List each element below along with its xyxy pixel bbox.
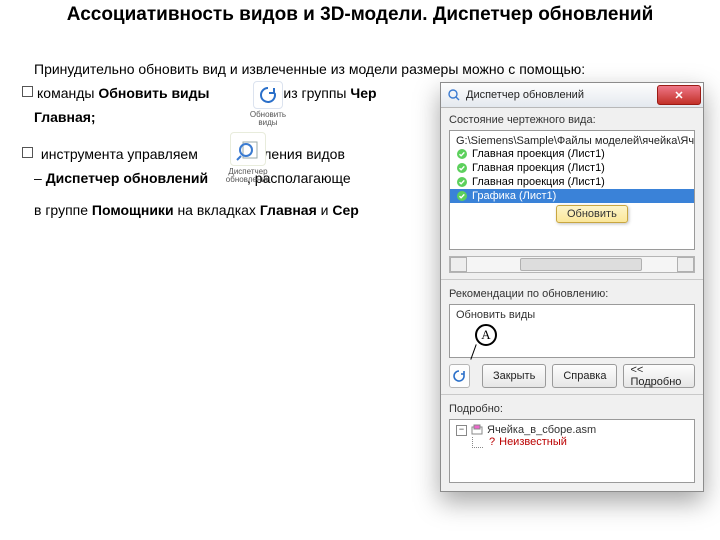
ribbon-label: Обновитьвиды <box>247 111 289 127</box>
slide-title: Ассоциативность видов и 3D-модели. Диспе… <box>0 4 720 27</box>
callout-a: A <box>475 324 497 346</box>
list-item-selected[interactable]: Графика (Лист1) <box>450 189 694 203</box>
t: команды <box>37 85 98 101</box>
magnifier-sheet-icon <box>230 132 266 166</box>
drawing-view-list[interactable]: G:\Siemens\Sample\Файлы моделей\ячейка\Я… <box>449 130 695 250</box>
scroll-right-icon[interactable] <box>677 257 694 272</box>
tree-root[interactable]: − Ячейка_в_сборе.asm <box>456 424 688 436</box>
list-item[interactable]: Главная проекция (Лист1) <box>450 161 694 175</box>
t: в группе <box>34 202 92 218</box>
refresh-all-button[interactable] <box>449 364 470 388</box>
separator <box>441 279 703 280</box>
context-menu-update[interactable]: Обновить <box>556 205 628 223</box>
t: Помощники <box>92 202 174 218</box>
t: Главная; <box>34 109 96 125</box>
refresh-icon <box>253 81 283 109</box>
close-button[interactable]: ✕ <box>657 85 701 105</box>
t: Сер <box>332 202 358 218</box>
t: инструмента управляем новления видов <box>37 146 345 162</box>
help-button[interactable]: Справка <box>552 364 617 388</box>
question-icon: ? <box>489 436 495 448</box>
t: Чер <box>350 85 376 101</box>
details-tree[interactable]: − Ячейка_в_сборе.asm ? Неизвестный <box>449 419 695 483</box>
group-label-recommend: Рекомендации по обновлению: <box>441 282 703 302</box>
close-icon: ✕ <box>674 89 683 102</box>
bullet-icon <box>22 147 33 158</box>
view-ok-icon <box>456 176 468 188</box>
button-row: Закрыть Справка << Подробно <box>449 364 695 388</box>
titlebar[interactable]: Диспетчер обновлений ✕ <box>441 83 703 108</box>
view-ok-icon <box>456 148 468 160</box>
tree-child-label: Неизвестный <box>499 436 567 448</box>
details-toggle-button[interactable]: << Подробно <box>623 364 695 388</box>
tree-line-icon <box>472 437 483 448</box>
t: – <box>34 170 46 186</box>
view-ok-icon <box>456 190 468 202</box>
scroll-thumb[interactable] <box>520 258 642 271</box>
group-label-details: Подробно: <box>441 397 703 417</box>
scroll-left-icon[interactable] <box>450 257 467 272</box>
intro-text: Принудительно обновить вид и извлеченные… <box>34 61 585 77</box>
row-label: Главная проекция (Лист1) <box>472 148 605 160</box>
list-item[interactable]: Главная проекция (Лист1) <box>450 175 694 189</box>
update-manager-dialog: Диспетчер обновлений ✕ Состояние чертежн… <box>440 82 704 492</box>
app-icon <box>447 88 461 102</box>
row-label: Главная проекция (Лист1) <box>472 162 605 174</box>
view-ok-icon <box>456 162 468 174</box>
t: на вкладках <box>174 202 260 218</box>
t: Диспетчер обновлений <box>46 170 208 186</box>
tree-child[interactable]: ? Неизвестный <box>472 436 688 448</box>
separator <box>441 394 703 395</box>
t: Обновить виды <box>98 85 209 101</box>
t: из группы <box>280 85 351 101</box>
collapse-icon[interactable]: − <box>456 425 467 436</box>
bullet-icon <box>22 86 33 97</box>
row-label: Графика (Лист1) <box>472 190 556 202</box>
close-dialog-button[interactable]: Закрыть <box>482 364 546 388</box>
assembly-icon <box>471 424 483 436</box>
horizontal-scrollbar[interactable] <box>449 256 695 273</box>
ribbon-label: Диспетчеробновлений <box>221 168 275 184</box>
tree-root-label: Ячейка_в_сборе.asm <box>487 424 596 436</box>
list-item[interactable]: Главная проекция (Лист1) <box>450 147 694 161</box>
model-path: G:\Siemens\Sample\Файлы моделей\ячейка\Я… <box>450 131 694 147</box>
group-label-state: Состояние чертежного вида: <box>441 108 703 128</box>
ribbon-update-manager[interactable]: Диспетчеробновлений <box>221 132 275 184</box>
dialog-title: Диспетчер обновлений <box>466 89 657 101</box>
recommendation-text: Обновить виды <box>456 309 535 321</box>
ribbon-update-views[interactable]: Обновитьвиды <box>247 81 289 127</box>
t: и <box>317 202 333 218</box>
row-label: Главная проекция (Лист1) <box>472 176 605 188</box>
t: Главная <box>260 202 317 218</box>
